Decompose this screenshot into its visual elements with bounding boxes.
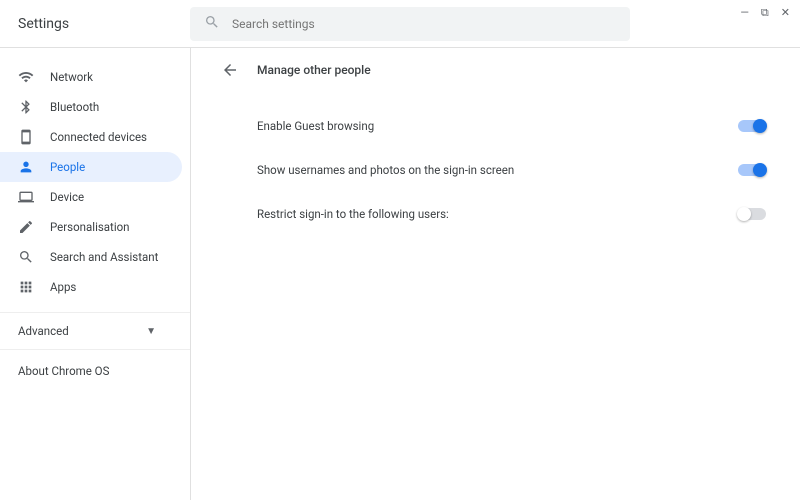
maximize-icon[interactable]: ⧉: [761, 6, 769, 20]
sidebar-item-label: People: [50, 160, 85, 174]
setting-show-usernames: Show usernames and photos on the sign-in…: [257, 148, 766, 192]
sidebar-item-personalisation[interactable]: Personalisation: [0, 212, 182, 242]
content-header: Manage other people: [221, 48, 770, 92]
header: Settings: [0, 0, 800, 48]
person-icon: [18, 159, 34, 175]
sidebar: Network Bluetooth Connected devices Peop…: [0, 48, 190, 500]
chevron-down-icon: ▼: [146, 326, 156, 337]
sidebar-item-label: Network: [50, 70, 93, 84]
toggle-guest-browsing[interactable]: [738, 120, 766, 132]
bluetooth-icon: [18, 99, 34, 115]
setting-label: Enable Guest browsing: [257, 119, 374, 133]
sidebar-item-label: Advanced: [18, 324, 69, 338]
setting-label: Restrict sign-in to the following users:: [257, 207, 449, 221]
sidebar-item-label: Connected devices: [50, 130, 147, 144]
laptop-icon: [18, 189, 34, 205]
setting-label: Show usernames and photos on the sign-in…: [257, 163, 514, 177]
minimize-icon[interactable]: —: [740, 6, 749, 20]
content-title: Manage other people: [257, 63, 371, 77]
sidebar-item-label: Search and Assistant: [50, 250, 158, 264]
toggle-show-usernames[interactable]: [738, 164, 766, 176]
setting-guest-browsing: Enable Guest browsing: [257, 104, 766, 148]
wifi-icon: [18, 69, 34, 85]
sidebar-item-label: Device: [50, 190, 84, 204]
apps-icon: [18, 279, 34, 295]
close-icon[interactable]: ✕: [781, 6, 790, 20]
page-title: Settings: [0, 16, 190, 32]
sidebar-item-apps[interactable]: Apps: [0, 272, 182, 302]
sidebar-item-bluetooth[interactable]: Bluetooth: [0, 92, 182, 122]
search-icon: [204, 14, 232, 33]
setting-restrict-signin: Restrict sign-in to the following users:: [257, 192, 766, 236]
device-icon: [18, 129, 34, 145]
search-box[interactable]: [190, 7, 630, 41]
back-button[interactable]: [221, 61, 239, 79]
sidebar-item-search-assistant[interactable]: Search and Assistant: [0, 242, 182, 272]
search-icon: [18, 249, 34, 265]
edit-icon: [18, 219, 34, 235]
sidebar-item-label: Personalisation: [50, 220, 130, 234]
window-controls: — ⧉ ✕: [740, 6, 790, 20]
settings-list: Enable Guest browsing Show usernames and…: [221, 104, 770, 236]
search-input[interactable]: [232, 17, 616, 31]
sidebar-advanced[interactable]: Advanced ▼: [0, 312, 190, 350]
sidebar-item-device[interactable]: Device: [0, 182, 182, 212]
sidebar-item-label: Apps: [50, 280, 76, 294]
sidebar-about[interactable]: About Chrome OS: [0, 350, 190, 392]
sidebar-item-connected-devices[interactable]: Connected devices: [0, 122, 182, 152]
sidebar-item-label: Bluetooth: [50, 100, 99, 114]
content: Manage other people Enable Guest browsin…: [190, 48, 800, 500]
sidebar-item-network[interactable]: Network: [0, 62, 182, 92]
sidebar-item-people[interactable]: People: [0, 152, 182, 182]
toggle-restrict-signin[interactable]: [738, 208, 766, 220]
